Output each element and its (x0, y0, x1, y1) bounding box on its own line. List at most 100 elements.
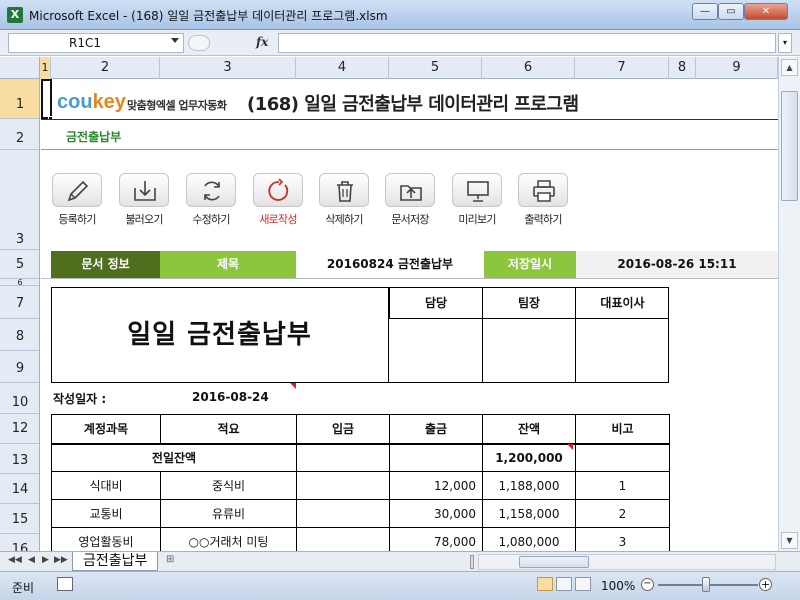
row-header-3[interactable]: 3 (0, 150, 39, 250)
row-header-13[interactable]: 13 (0, 444, 39, 474)
new-document-button[interactable]: 새로작성 (251, 173, 305, 226)
sheet-tab-cashbook[interactable]: 금전출납부 (72, 552, 159, 571)
tab-split-handle[interactable] (470, 555, 474, 569)
print-button[interactable]: 출력하기 (516, 173, 570, 226)
document-title[interactable]: 일일 금전출납부 (51, 287, 389, 383)
cell-deposit[interactable] (296, 499, 390, 528)
cell-description[interactable]: ○○거래처 미팅 (160, 527, 297, 551)
vertical-scrollbar[interactable]: ▲ ▼ (778, 57, 800, 551)
cell-balance[interactable]: 1,080,000 (482, 527, 576, 551)
scroll-up-button[interactable]: ▲ (781, 59, 798, 76)
cell-withdrawal[interactable]: 78,000 (389, 527, 483, 551)
sign-header-ceo: 대표이사 (575, 287, 669, 319)
preview-button[interactable]: 미리보기 (450, 173, 504, 226)
column-header-4[interactable]: 4 (296, 57, 389, 79)
minimize-button[interactable]: — (692, 3, 718, 20)
scroll-down-button[interactable]: ▼ (781, 532, 798, 549)
last-sheet-button[interactable]: ▶▶ (54, 555, 68, 565)
prev-sheet-button[interactable]: ◀ (28, 555, 35, 565)
maximize-button[interactable]: ▭ (718, 3, 744, 20)
column-header-1[interactable]: 1 (40, 57, 51, 79)
row-header-15[interactable]: 15 (0, 504, 39, 534)
zoom-level[interactable]: 100% (601, 579, 635, 593)
page-layout-view-icon[interactable] (556, 577, 572, 591)
select-all-corner[interactable] (0, 57, 40, 79)
column-header-5[interactable]: 5 (389, 57, 482, 79)
zoom-slider-knob[interactable] (702, 577, 710, 592)
cell-account[interactable]: 영업활동비 (51, 527, 161, 551)
insert-function-icon[interactable]: fx (256, 35, 268, 49)
column-header-8[interactable]: 8 (669, 57, 696, 79)
cell-account[interactable]: 교통비 (51, 499, 161, 528)
vertical-scroll-thumb[interactable] (781, 91, 798, 201)
row-header-16[interactable]: 16 (0, 534, 39, 551)
saved-at-value[interactable]: 2016-08-26 15:11 (576, 251, 778, 278)
cell-account[interactable]: 식대비 (51, 471, 161, 500)
comment-indicator[interactable] (290, 383, 296, 389)
info-divider (41, 278, 778, 279)
cell-description[interactable]: 유류비 (160, 499, 297, 528)
column-header-6[interactable]: 6 (482, 57, 575, 79)
edit-button[interactable]: 수정하기 (184, 173, 238, 226)
row-header-8[interactable]: 8 (0, 319, 39, 351)
cell-note[interactable]: 1 (575, 471, 670, 500)
delete-button[interactable]: 삭제하기 (317, 173, 371, 226)
carry-over-withdrawal[interactable] (389, 443, 483, 472)
row-header-14[interactable]: 14 (0, 474, 39, 504)
carry-over-deposit[interactable] (296, 443, 390, 472)
register-label: 등록하기 (58, 213, 96, 226)
worksheet-grid[interactable]: coukey 맞춤형엑셀 업무자동화 (168) 일일 금전출납부 데이터관리 … (41, 79, 778, 551)
cell-note[interactable]: 3 (575, 527, 670, 551)
coukey-logo: coukey (57, 91, 126, 114)
name-box[interactable]: R1C1 (8, 33, 184, 53)
preview-label: 미리보기 (458, 213, 496, 226)
carry-over-balance[interactable]: 1,200,000 (482, 443, 576, 472)
expand-formula-bar-button[interactable]: ▾ (778, 33, 792, 53)
close-button[interactable]: ✕ (744, 3, 788, 20)
cell-deposit[interactable] (296, 527, 390, 551)
cell-balance[interactable]: 1,158,000 (482, 499, 576, 528)
column-header-2[interactable]: 2 (51, 57, 160, 79)
row-header-2[interactable]: 2 (0, 119, 39, 150)
insert-sheet-icon[interactable]: ⊞ (166, 554, 182, 568)
cell-withdrawal[interactable]: 30,000 (389, 499, 483, 528)
first-sheet-button[interactable]: ◀◀ (8, 555, 22, 565)
cell-withdrawal[interactable]: 12,000 (389, 471, 483, 500)
sign-divider (482, 319, 483, 383)
carry-over-label[interactable]: 전일잔액 (51, 443, 297, 472)
page-break-view-icon[interactable] (575, 577, 591, 591)
cell-note[interactable]: 2 (575, 499, 670, 528)
row-header-9[interactable]: 9 (0, 351, 39, 383)
excel-icon[interactable]: X (7, 7, 23, 23)
load-button[interactable]: 불러오기 (117, 173, 171, 226)
cell-deposit[interactable] (296, 471, 390, 500)
cell-description[interactable]: 중식비 (160, 471, 297, 500)
row-header-6[interactable]: 6 (0, 279, 39, 287)
created-date-label: 작성일자 : (53, 392, 107, 406)
horizontal-scroll-thumb[interactable] (519, 556, 589, 568)
excel-window: X Microsoft Excel - (168) 일일 금전출납부 데이터관리… (0, 0, 800, 600)
column-header-9[interactable]: 9 (696, 57, 778, 79)
zoom-in-button[interactable]: + (759, 578, 772, 591)
row-header-1[interactable]: 1 (0, 79, 39, 119)
column-header-7[interactable]: 7 (575, 57, 669, 79)
next-sheet-button[interactable]: ▶ (42, 555, 49, 565)
macro-record-icon[interactable] (57, 577, 73, 591)
row-header-7[interactable]: 7 (0, 286, 39, 319)
row-header-12[interactable]: 12 (0, 414, 39, 444)
horizontal-scrollbar[interactable] (478, 554, 776, 570)
normal-view-icon[interactable] (537, 577, 553, 591)
cell-balance[interactable]: 1,188,000 (482, 471, 576, 500)
row-header-10[interactable]: 10 (0, 383, 39, 414)
formula-input[interactable] (278, 33, 776, 53)
register-button[interactable]: 등록하기 (50, 173, 104, 226)
row-header-5[interactable]: 5 (0, 250, 39, 279)
created-date-value[interactable]: 2016-08-24 (192, 390, 269, 404)
column-header-3[interactable]: 3 (160, 57, 296, 79)
save-document-button[interactable]: 문서저장 (383, 173, 437, 226)
carry-over-note[interactable] (575, 443, 670, 472)
title-field-value[interactable]: 20160824 금전출납부 (296, 251, 484, 278)
zoom-out-button[interactable]: − (641, 578, 654, 591)
comment-indicator[interactable] (567, 444, 573, 450)
chevron-down-icon[interactable] (171, 38, 179, 43)
